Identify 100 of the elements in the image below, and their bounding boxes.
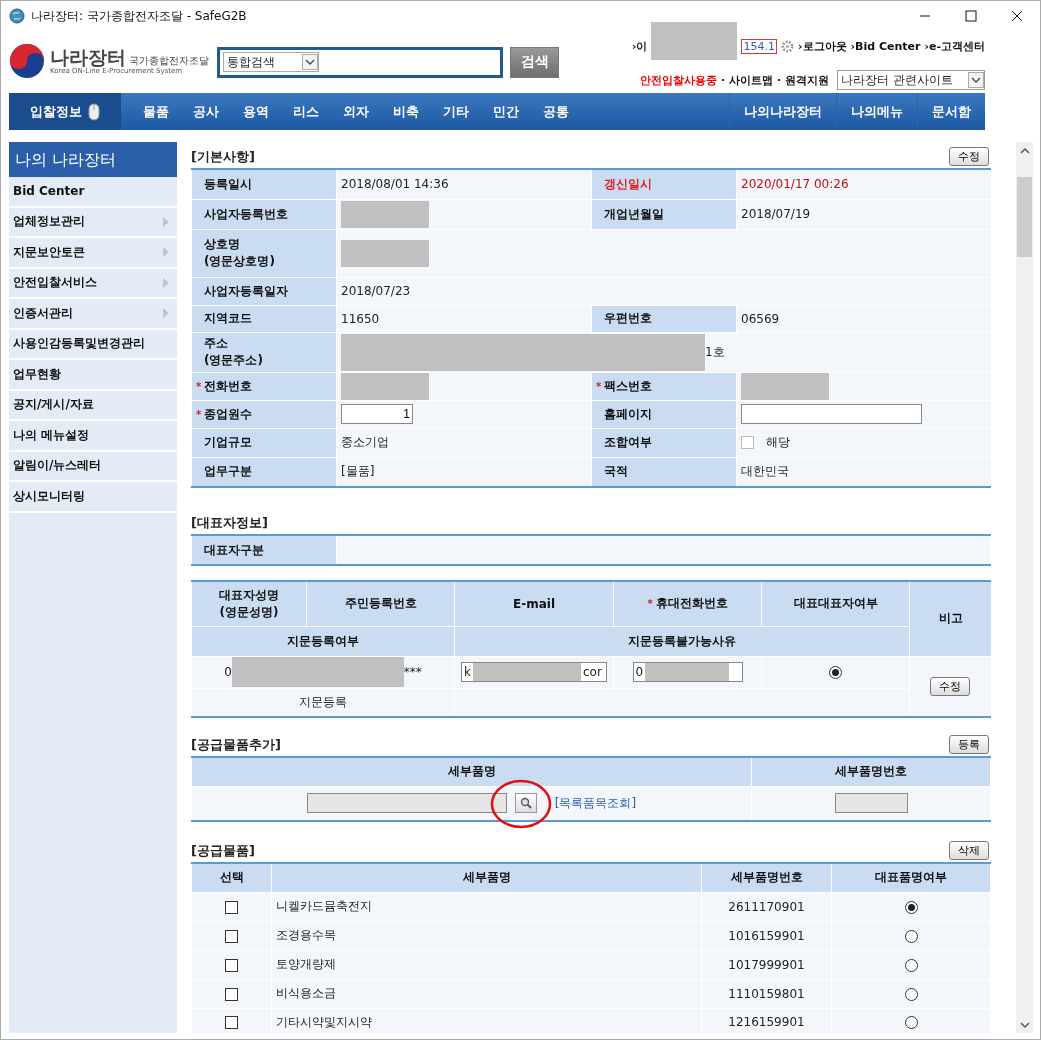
sidebar-item[interactable]: 알림이/뉴스레터 <box>9 451 177 482</box>
item-lookup-link[interactable]: [목록품목조회] <box>554 795 637 810</box>
edit-button[interactable]: 수정 <box>929 676 970 696</box>
column-header: 세부품명번호 <box>701 863 832 892</box>
sidebar-item[interactable]: 공지/게시/자료 <box>9 390 177 421</box>
checkbox[interactable] <box>225 1016 238 1030</box>
nav-item[interactable]: 물품 <box>131 102 181 121</box>
nav-item[interactable]: 비축 <box>381 102 431 121</box>
sidebar-item[interactable]: 지문보안토큰 <box>9 238 177 269</box>
sidebar-item[interactable]: 상시모니터링 <box>9 482 177 513</box>
table-cell: 1017999901 <box>728 957 805 972</box>
checkbox[interactable] <box>225 958 238 972</box>
radio-button[interactable] <box>904 1016 918 1030</box>
scroll-thumb[interactable] <box>1017 177 1032 257</box>
table-cell: 니켈카드뮴축전지 <box>276 899 372 913</box>
table-cell: *** <box>403 664 422 679</box>
header-link[interactable]: ›Bid Center <box>850 39 921 53</box>
table-cell: 기타시약및지시약 <box>276 1014 372 1029</box>
search-scope-select[interactable]: 통합검색 <box>223 52 319 72</box>
window-title: 나라장터: 국가종합전자조달 - SafeG2B <box>31 7 247 25</box>
sidebar-item[interactable]: 사용인감등록및변경관리 <box>9 329 177 360</box>
table-cell: 1216159901 <box>728 1015 805 1030</box>
header-link[interactable]: ›e-고객센터 <box>924 38 985 54</box>
sidebar-item[interactable]: 인증서관리 <box>9 299 177 330</box>
header-link[interactable]: 사이트맵 <box>728 72 773 88</box>
checkbox[interactable] <box>225 929 238 943</box>
header-link[interactable]: 원격지원 <box>785 72 829 88</box>
required-mark: * <box>596 380 602 392</box>
field-value: [물품] <box>341 464 375 479</box>
edit-button[interactable]: 수정 <box>949 147 989 166</box>
sidebar-item[interactable]: 안전입찰서비스 <box>9 268 177 299</box>
header-link[interactable]: ›로그아웃 <box>798 38 847 54</box>
field-label: 상호명 (영문상호명) <box>204 237 275 268</box>
field-value: 2018/07/19 <box>741 207 811 221</box>
input-text: k <box>464 665 471 679</box>
checkbox-label: 해당 <box>765 435 790 449</box>
column-header: 지문등록여부 <box>191 626 455 656</box>
nav-item[interactable]: 공사 <box>181 102 231 121</box>
field-label: 등록일시 <box>204 176 252 191</box>
delete-button[interactable]: 삭제 <box>949 841 989 860</box>
field-label: 전화번호 <box>204 378 253 393</box>
nav-item[interactable]: 외자 <box>331 102 381 121</box>
table-cell: 1016159901 <box>728 928 805 943</box>
logo-icon <box>9 43 45 79</box>
input-field[interactable]: 1 <box>341 404 413 424</box>
column-header: 세부품명번호 <box>751 757 991 786</box>
safe-bidding-notice: 안전입찰사용중 <box>639 72 717 88</box>
section-title: [대표자정보] <box>191 514 268 532</box>
nav-item[interactable]: 나의나라장터 <box>729 93 836 130</box>
nav-item[interactable]: 민간 <box>481 102 531 121</box>
sidebar-item[interactable]: 나의 메뉴설정 <box>9 421 177 452</box>
nav-item[interactable]: 나의메뉴 <box>836 93 917 130</box>
column-header: 비고 <box>938 611 963 626</box>
scroll-up-icon[interactable] <box>1019 147 1030 155</box>
field-label: 국적 <box>604 464 628 479</box>
input-field[interactable] <box>741 404 922 424</box>
table-cell: 0 <box>224 664 232 679</box>
nav-item[interactable]: 용역 <box>231 102 281 121</box>
input-field[interactable] <box>834 793 908 814</box>
search-button[interactable]: 검색 <box>510 46 559 78</box>
table-cell: 2611170901 <box>728 899 805 914</box>
nav-tab[interactable]: 입찰정보 <box>9 93 121 130</box>
field-label: 팩스번호 <box>604 378 653 393</box>
radio-button[interactable] <box>829 666 842 679</box>
nav-item[interactable]: 공통 <box>531 102 581 121</box>
logo-title: 나라장터 <box>50 46 126 68</box>
input-field[interactable] <box>306 793 507 814</box>
separator-dot: · <box>720 73 725 87</box>
checkbox[interactable] <box>225 900 238 914</box>
user-greeting: ›이 <box>631 38 648 54</box>
scrollbar[interactable] <box>1016 142 1033 1033</box>
field-label: 업무구분 <box>204 464 252 479</box>
separator-dot: · <box>776 73 781 87</box>
radio-button[interactable] <box>904 900 918 914</box>
search-button[interactable] <box>514 793 537 814</box>
sidebar-item[interactable]: Bid Center <box>9 177 177 208</box>
table-cell: 지문등록 <box>299 694 347 709</box>
column-header: 대표자성명 (영문성명) <box>219 587 279 619</box>
field-label: 우편번호 <box>604 311 652 325</box>
field-label: 사업자등록번호 <box>204 206 288 221</box>
register-button[interactable]: 등록 <box>949 735 989 754</box>
radio-button[interactable] <box>904 987 918 1001</box>
logo-subtitle: 국가종합전자조달 <box>129 54 209 66</box>
nav-item[interactable]: 기타 <box>431 102 481 121</box>
checkbox[interactable] <box>741 436 754 449</box>
checkbox[interactable] <box>225 987 238 1001</box>
nav-item[interactable]: 문서함 <box>917 93 985 130</box>
radio-button[interactable] <box>904 958 918 972</box>
sidebar-item[interactable]: 업무현황 <box>9 360 177 391</box>
scroll-down-icon[interactable] <box>1019 1021 1030 1029</box>
table-cell: 조경용수목 <box>276 928 336 942</box>
radio-button[interactable] <box>904 929 918 943</box>
field-value: 중소기업 <box>341 435 389 449</box>
table-cell: 1110159801 <box>728 986 805 1001</box>
sidebar-item[interactable]: 업체정보관리 <box>9 207 177 238</box>
gear-icon[interactable] <box>781 39 794 53</box>
input-text: cor <box>582 665 602 679</box>
related-sites-select[interactable]: 나라장터 관련사이트 <box>837 70 985 90</box>
nav-item[interactable]: 리스 <box>281 102 331 121</box>
input-text: 0 <box>635 665 644 679</box>
